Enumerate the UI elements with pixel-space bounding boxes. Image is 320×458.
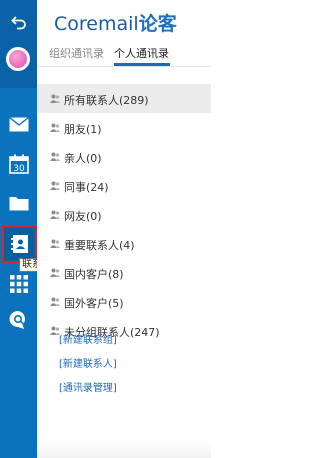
- avatar-icon: [9, 50, 27, 68]
- new-contact-link[interactable]: [新建联系人]: [59, 358, 117, 382]
- avatar[interactable]: [6, 47, 30, 71]
- group-all-contacts[interactable]: 所有联系人(289): [37, 84, 211, 113]
- calendar-icon: 30: [8, 154, 29, 174]
- group-friends[interactable]: 朋友(1): [37, 113, 211, 142]
- group-label: 所有联系人(289): [64, 94, 149, 107]
- group-foreign-clients[interactable]: 国外客户(5): [37, 287, 211, 316]
- nav-rail: 30: [0, 0, 37, 458]
- mail-button[interactable]: [0, 108, 37, 141]
- calendar-button[interactable]: 30: [0, 147, 37, 180]
- group-important[interactable]: 重要联系人(4): [37, 229, 211, 258]
- group-label: 亲人(0): [64, 152, 102, 165]
- contacts-icon: [10, 235, 28, 253]
- group-netfriends[interactable]: 网友(0): [37, 200, 211, 229]
- chat-button[interactable]: [0, 303, 37, 336]
- group-icon: [50, 123, 60, 132]
- manage-contacts-link[interactable]: [通讯录管理]: [59, 382, 117, 406]
- group-label: 网友(0): [64, 210, 102, 223]
- address-book-tabs: 组织通讯录 个人通讯录: [37, 38, 211, 67]
- action-links: [新建联系组] [新建联系人] [通讯录管理]: [59, 334, 117, 406]
- group-family[interactable]: 亲人(0): [37, 142, 211, 171]
- contacts-panel: Coremail论客 组织通讯录 个人通讯录 所有联系人(289) 朋友(1) …: [37, 0, 211, 458]
- group-icon: [50, 152, 60, 161]
- group-domestic-clients[interactable]: 国内客户(8): [37, 258, 211, 287]
- group-icon: [50, 239, 60, 248]
- group-label: 国内客户(8): [64, 268, 124, 281]
- apps-grid-icon: [9, 274, 28, 293]
- folder-button[interactable]: [0, 186, 37, 219]
- panel-bottom-fade: [37, 440, 211, 458]
- tab-org-contacts[interactable]: 组织通讯录: [49, 45, 104, 61]
- group-icon: [50, 181, 60, 190]
- group-label: 国外客户(5): [64, 297, 124, 310]
- chat-icon: [9, 310, 25, 329]
- group-icon: [50, 94, 60, 103]
- new-group-link[interactable]: [新建联系组]: [59, 334, 117, 358]
- brand-logo: Coremail论客: [54, 9, 177, 36]
- calendar-day: 30: [13, 164, 25, 174]
- back-icon: [10, 15, 26, 29]
- group-label: 朋友(1): [64, 123, 102, 136]
- tab-personal-contacts[interactable]: 个人通讯录: [114, 45, 169, 61]
- active-tab-indicator: [114, 63, 170, 66]
- mail-icon: [8, 117, 29, 132]
- brand-suffix: 论客: [138, 13, 177, 35]
- group-icon: [50, 210, 60, 219]
- group-icon: [50, 297, 60, 306]
- folder-icon: [9, 196, 28, 210]
- group-icon: [50, 268, 60, 277]
- group-label: 重要联系人(4): [64, 239, 135, 252]
- brand-name: Coremail: [54, 13, 139, 35]
- back-button[interactable]: [0, 5, 37, 38]
- group-label: 同事(24): [64, 181, 109, 194]
- group-colleagues[interactable]: 同事(24): [37, 171, 211, 200]
- contact-group-list: 所有联系人(289) 朋友(1) 亲人(0) 同事(24) 网友(0) 重要联系…: [37, 84, 211, 345]
